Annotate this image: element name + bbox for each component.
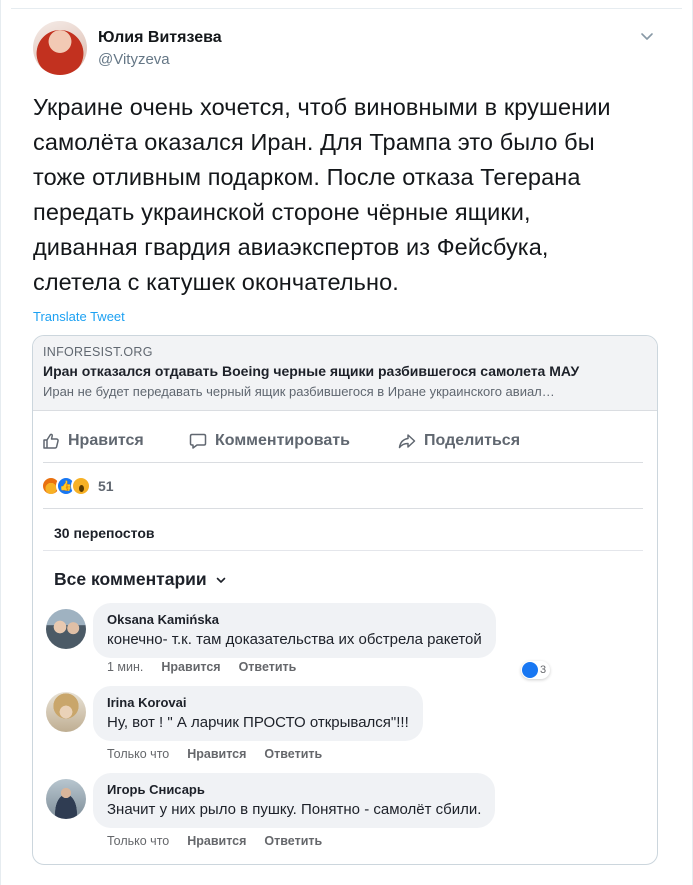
reaction-count: 51 xyxy=(98,478,114,494)
comment-button-label: Комментировать xyxy=(215,432,350,449)
comment-text: Значит у них рыло в пушку. Понятно - сам… xyxy=(107,801,482,818)
comment-time[interactable]: Только что xyxy=(107,834,169,848)
comment-bubble: Irina Korovai Ну, вот ! " А ларчик ПРОСТ… xyxy=(93,686,423,741)
author-handle[interactable]: @Vityzeva xyxy=(98,51,170,68)
comment-bubble: Oksana Kamińska конечно- т.к. там доказа… xyxy=(93,603,496,658)
divider xyxy=(43,508,643,509)
wow-reaction-icon xyxy=(71,476,91,496)
embedded-facebook-screenshot[interactable]: INFORESIST.ORG Иран отказался отдавать B… xyxy=(32,335,658,865)
share-arrow-icon xyxy=(398,434,416,449)
tweet-text-line: диванная гвардия авиаэкспертов из Фейсбу… xyxy=(33,234,549,260)
like-button-label: Нравится xyxy=(68,432,144,449)
like-button[interactable]: Нравится xyxy=(41,431,144,451)
author-avatar[interactable] xyxy=(33,21,87,75)
comments-filter-label: Все комментарии xyxy=(54,569,207,589)
comment-meta: 1 мин. Нравится Ответить xyxy=(107,660,296,674)
comment-like-link[interactable]: Нравится xyxy=(161,660,220,674)
tweet-text-line: самолёта оказался Иран. Для Трампа это б… xyxy=(33,129,595,155)
thumbs-up-icon xyxy=(43,433,59,449)
link-preview-card[interactable]: INFORESIST.ORG Иран отказался отдавать B… xyxy=(33,336,657,411)
link-domain: INFORESIST.ORG xyxy=(43,345,153,359)
like-reaction-icon xyxy=(522,662,538,678)
comment-text: конечно- т.к. там доказательства их обст… xyxy=(107,631,482,648)
comment-time[interactable]: 1 мин. xyxy=(107,660,143,674)
comment-meta: Только что Нравится Ответить xyxy=(107,834,322,848)
share-button[interactable]: Поделиться xyxy=(397,431,520,451)
comment-bubble: Игорь Снисарь Значит у них рыло в пушку.… xyxy=(93,773,496,828)
comment-reaction-badge[interactable]: 3 xyxy=(521,661,551,679)
comment-reaction-count: 3 xyxy=(540,664,547,676)
comment-text: Ну, вот ! " А ларчик ПРОСТО открывался"!… xyxy=(107,714,409,731)
tweet-text-line: Украине очень хочется, чтоб виновными в … xyxy=(33,94,611,120)
shares-count[interactable]: 30 перепостов xyxy=(54,525,154,541)
commenter-name[interactable]: Oksana Kamińska xyxy=(107,612,482,627)
chevron-down-icon[interactable] xyxy=(639,28,655,44)
tweet-card: Юлия Витязева @Vityzeva Украине очень хо… xyxy=(0,0,693,885)
comment-meta: Только что Нравится Ответить xyxy=(107,747,322,761)
link-description: Иран не будет передавать черный ящик раз… xyxy=(43,384,555,399)
link-title: Иран отказался отдавать Boeing черные ящ… xyxy=(43,363,580,379)
divider xyxy=(43,550,643,551)
comment-like-link[interactable]: Нравится xyxy=(187,834,246,848)
comment-like-link[interactable]: Нравится xyxy=(187,747,246,761)
speech-bubble-icon xyxy=(189,433,207,449)
commenter-name[interactable]: Irina Korovai xyxy=(107,695,409,710)
chevron-down-icon xyxy=(216,577,225,583)
comment-reply-link[interactable]: Ответить xyxy=(264,834,322,848)
tweet-text-line: передать украинской стороне чёрные ящики… xyxy=(33,199,531,225)
comment-reply-link[interactable]: Ответить xyxy=(264,747,322,761)
tweet-text-line: тоже отливным подарком. После отказа Тег… xyxy=(33,164,581,190)
translate-tweet-link[interactable]: Translate Tweet xyxy=(33,309,125,324)
divider xyxy=(11,8,682,9)
reactions-summary[interactable]: 👍 51 xyxy=(41,476,114,496)
commenter-avatar[interactable] xyxy=(46,609,86,649)
comment-reply-link[interactable]: Ответить xyxy=(239,660,297,674)
commenter-avatar[interactable] xyxy=(46,779,86,819)
commenter-name[interactable]: Игорь Снисарь xyxy=(107,782,481,797)
commenter-avatar[interactable] xyxy=(46,692,86,732)
post-actions-bar: Нравится Комментировать Поделиться xyxy=(33,423,657,463)
tweet-text: Украине очень хочется, чтоб виновными в … xyxy=(33,90,673,300)
divider xyxy=(43,462,643,463)
share-button-label: Поделиться xyxy=(424,432,521,449)
comments-filter-dropdown[interactable]: Все комментарии xyxy=(54,569,227,590)
author-name[interactable]: Юлия Витязева xyxy=(98,29,222,47)
comment-time[interactable]: Только что xyxy=(107,747,169,761)
comment-button[interactable]: Комментировать xyxy=(188,431,350,451)
tweet-text-line: слетела с катушек окончательно. xyxy=(33,269,399,295)
